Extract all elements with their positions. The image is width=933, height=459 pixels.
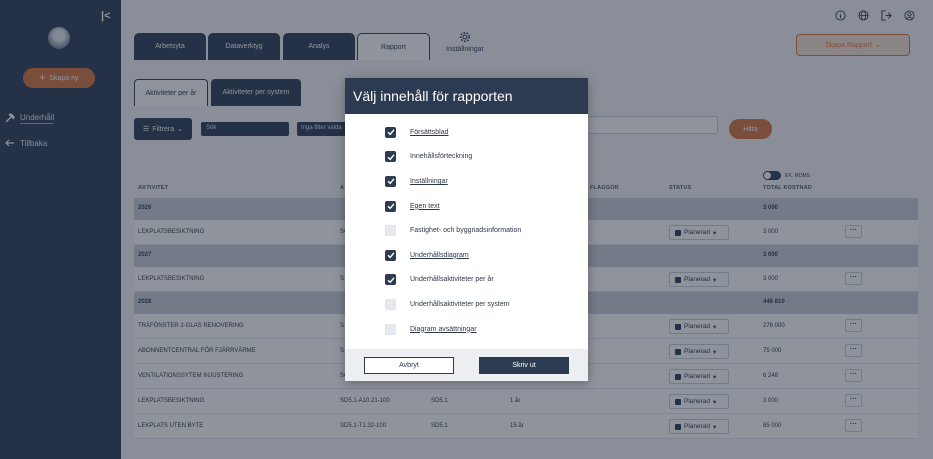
report-option-checkbox[interactable]: Innehållsförteckning (345, 145, 588, 170)
checkbox-checked-icon[interactable] (385, 274, 396, 286)
report-option-checkbox[interactable]: Underhållsaktiviteter per system (345, 292, 588, 317)
report-option-checkbox[interactable]: Underhållsdiagram (345, 243, 588, 268)
option-label: Försättsblad (410, 128, 449, 136)
checkbox-checked-icon[interactable] (385, 126, 396, 138)
report-option-checkbox[interactable]: Fastighet- och byggnadsinformation (345, 218, 588, 243)
report-content-modal: Välj innehåll för rapporten Försättsblad… (345, 78, 588, 381)
report-option-checkbox[interactable]: Diagram avsättningar (345, 317, 588, 342)
option-label: Inställningar (410, 177, 448, 185)
checkbox-checked-icon[interactable] (385, 151, 396, 163)
checkbox-unchecked-icon[interactable] (385, 323, 396, 335)
checkbox-unchecked-icon[interactable] (385, 225, 396, 237)
option-label: Egen text (410, 202, 440, 210)
modal-title: Välj innehåll för rapporten (345, 78, 588, 114)
option-label: Underhållsaktiviteter per system (410, 300, 510, 308)
option-label: Underhållsaktiviteter per år (410, 276, 494, 284)
checkbox-checked-icon[interactable] (385, 249, 396, 261)
option-label: Fastighet- och byggnadsinformation (410, 227, 522, 235)
checkbox-unchecked-icon[interactable] (385, 298, 396, 310)
option-label: Diagram avsättningar (410, 325, 477, 333)
report-options-list: Försättsblad Innehållsförteckning Inställn… (345, 114, 588, 341)
option-label: Underhållsdiagram (410, 251, 469, 259)
checkbox-checked-icon[interactable] (385, 175, 396, 187)
modal-footer: Avbryt Skriv ut (345, 349, 588, 381)
report-option-checkbox[interactable]: Underhållsaktiviteter per år (345, 268, 588, 293)
report-option-checkbox[interactable]: Försättsblad (345, 120, 588, 145)
print-button[interactable]: Skriv ut (479, 356, 569, 374)
app-root: |< + Skapa ny Underhåll Tillbaka Arbetsy… (0, 0, 933, 459)
report-option-checkbox[interactable]: Egen text (345, 194, 588, 219)
checkbox-checked-icon[interactable] (385, 200, 396, 212)
option-label: Innehållsförteckning (410, 153, 473, 161)
cancel-button[interactable]: Avbryt (364, 356, 454, 374)
report-option-checkbox[interactable]: Inställningar (345, 169, 588, 194)
